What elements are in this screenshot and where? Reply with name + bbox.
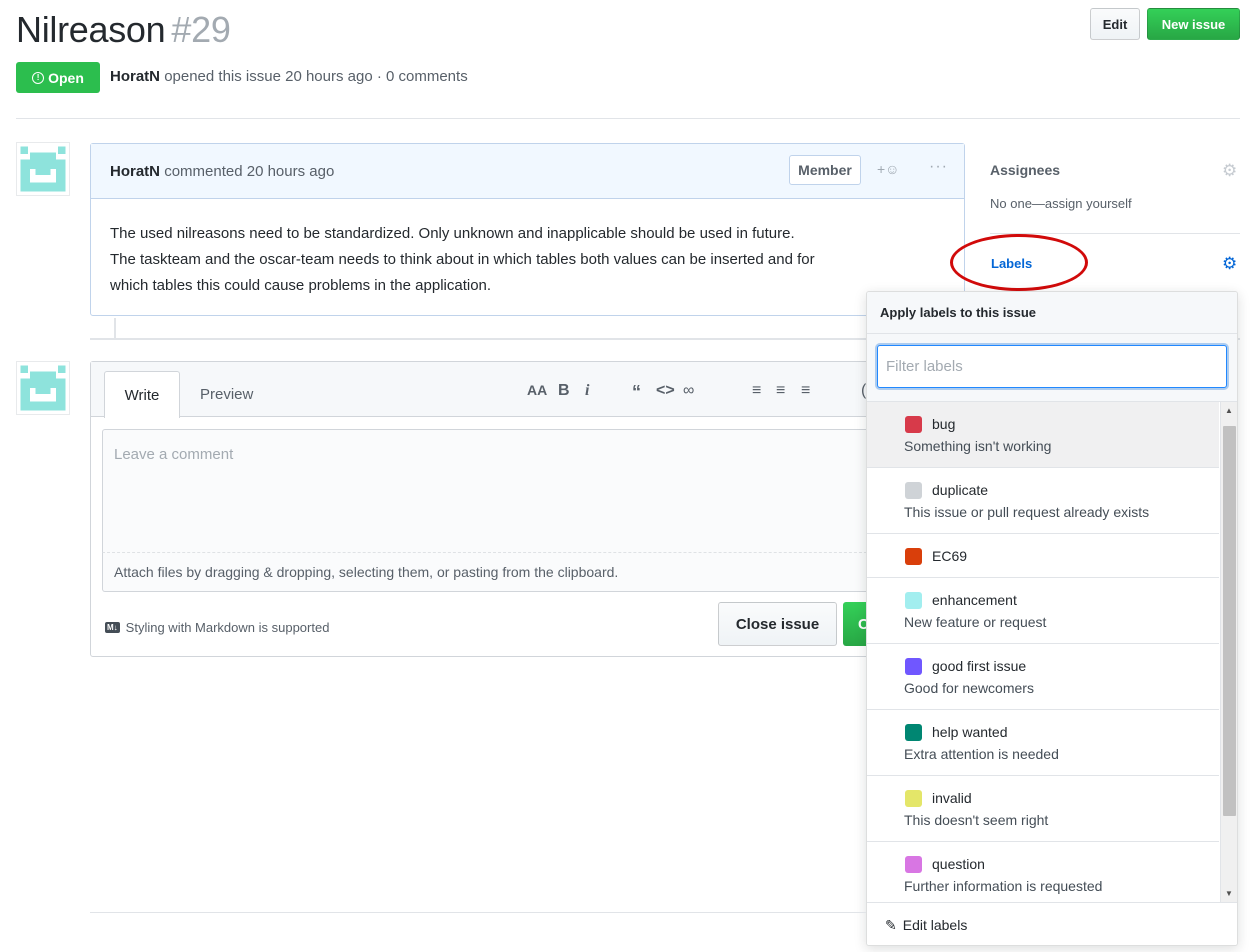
avatar[interactable] xyxy=(16,142,70,196)
comment-author-link[interactable]: HoratN xyxy=(110,163,160,180)
label-item[interactable]: good first issue Good for newcomers xyxy=(867,644,1219,710)
annotation-circle xyxy=(950,234,1088,291)
label-item[interactable]: duplicate This issue or pull request alr… xyxy=(867,468,1219,534)
more-options-icon[interactable]: ··· xyxy=(929,158,948,176)
comment-body: The used nilreasons need to be standardi… xyxy=(91,199,964,321)
label-description: Further information is requested xyxy=(904,878,1103,894)
scroll-down-icon[interactable]: ▼ xyxy=(1225,889,1233,898)
close-issue-button[interactable]: Close issue xyxy=(718,602,837,646)
issue-title-row: Nilreason #29 xyxy=(16,8,231,52)
comment-line: The taskteam and the oscar-team needs to… xyxy=(110,251,815,268)
scrollbar-thumb[interactable] xyxy=(1223,426,1236,816)
markdown-hint[interactable]: M↓ Styling with Markdown is supported xyxy=(105,620,329,635)
tab-write[interactable]: Write xyxy=(104,371,180,418)
tab-preview[interactable]: Preview xyxy=(200,386,253,403)
italic-icon[interactable]: i xyxy=(585,382,589,400)
label-description: This issue or pull request already exist… xyxy=(904,504,1150,520)
comment-author-line: HoratN commented 20 hours ago xyxy=(110,163,334,180)
labels-list: bug Something isn't working duplicate Th… xyxy=(867,402,1219,902)
status-label: Open xyxy=(48,69,84,86)
label-item[interactable]: EC69 xyxy=(867,534,1219,578)
status-badge: ! Open xyxy=(16,62,100,93)
markdown-hint-text[interactable]: Styling with Markdown is supported xyxy=(126,620,330,635)
comment-textarea[interactable]: Leave a comment xyxy=(102,429,882,553)
link-icon[interactable]: ∞ xyxy=(683,382,694,400)
label-name: question xyxy=(932,856,985,872)
edit-button[interactable]: Edit xyxy=(1090,8,1140,40)
issue-meta: HoratN opened this issue 20 hours ago · … xyxy=(110,68,468,85)
new-issue-button[interactable]: New issue xyxy=(1147,8,1240,40)
label-item[interactable]: enhancement New feature or request xyxy=(867,578,1219,644)
gear-icon[interactable]: ⚙ xyxy=(1222,161,1237,181)
gear-icon[interactable]: ⚙ xyxy=(1222,254,1237,274)
bottom-divider xyxy=(90,912,866,913)
labels-scrollbar[interactable]: ▲ ▼ xyxy=(1220,402,1237,902)
issue-comment: HoratN commented 20 hours ago Member +☺ … xyxy=(90,143,965,316)
label-name: invalid xyxy=(932,790,972,806)
bold-icon[interactable]: B xyxy=(558,382,570,400)
attach-files-area[interactable]: Attach files by dragging & dropping, sel… xyxy=(102,553,882,592)
issue-author-link[interactable]: HoratN xyxy=(110,68,160,85)
label-name: good first issue xyxy=(932,658,1027,674)
labels-dropdown: Apply labels to this issue bug Something… xyxy=(866,291,1238,946)
member-badge: Member xyxy=(789,155,861,185)
label-color-swatch xyxy=(905,592,922,609)
comment-line: which tables this could cause problems i… xyxy=(110,277,492,294)
label-item[interactable]: bug Something isn't working xyxy=(867,402,1219,468)
label-color-swatch xyxy=(905,790,922,807)
label-description: Extra attention is needed xyxy=(904,746,1059,762)
label-name: help wanted xyxy=(932,724,1008,740)
comment-line: The used nilreasons need to be standardi… xyxy=(110,225,795,242)
filter-labels-input[interactable] xyxy=(877,345,1227,388)
label-description: Something isn't working xyxy=(904,438,1052,454)
label-item[interactable]: invalid This doesn't seem right xyxy=(867,776,1219,842)
label-name: duplicate xyxy=(932,482,989,498)
issue-opened-icon: ! xyxy=(32,71,45,84)
text-size-icon[interactable]: AA xyxy=(527,382,547,398)
assignees-title: Assignees xyxy=(990,162,1061,178)
task-list-icon[interactable]: ≡ xyxy=(801,382,810,400)
label-description: New feature or request xyxy=(904,614,1047,630)
label-description: Good for newcomers xyxy=(904,680,1034,696)
issue-number: #29 xyxy=(171,9,231,50)
label-name: enhancement xyxy=(932,592,1017,608)
markdown-icon: M↓ xyxy=(105,622,120,633)
label-color-swatch xyxy=(905,856,922,873)
pencil-icon: ✎ xyxy=(885,916,897,933)
add-reaction-icon[interactable]: +☺ xyxy=(877,161,899,177)
scroll-up-icon[interactable]: ▲ xyxy=(1225,406,1233,415)
code-icon[interactable]: <> xyxy=(656,382,675,400)
avatar[interactable] xyxy=(16,361,70,415)
dropdown-header: Apply labels to this issue xyxy=(867,292,1237,334)
label-color-swatch xyxy=(905,482,922,499)
label-color-swatch xyxy=(905,658,922,675)
label-item[interactable]: help wanted Extra attention is needed xyxy=(867,710,1219,776)
label-color-swatch xyxy=(905,548,922,565)
label-name: EC69 xyxy=(932,548,968,564)
comment-tabnav: Write Preview AA B i “ <> ∞ ≡ ≡ ≡ ( xyxy=(91,362,964,418)
label-description: This doesn't seem right xyxy=(904,812,1049,828)
new-comment-form: Write Preview AA B i “ <> ∞ ≡ ≡ ≡ ( Leav… xyxy=(90,361,965,657)
comment-header: HoratN commented 20 hours ago Member +☺ … xyxy=(91,144,964,199)
issue-meta-text: opened this issue 20 hours ago · 0 comme… xyxy=(164,68,468,85)
edit-labels-label: Edit labels xyxy=(902,917,968,933)
label-name: bug xyxy=(932,416,956,432)
header-divider xyxy=(16,118,1240,119)
quote-icon[interactable]: “ xyxy=(632,382,641,403)
assignees-value[interactable]: No one—assign yourself xyxy=(990,196,1132,211)
issue-title: Nilreason xyxy=(16,9,166,50)
ordered-list-icon[interactable]: ≡ xyxy=(776,382,785,400)
label-color-swatch xyxy=(905,724,922,741)
filter-area xyxy=(867,334,1237,402)
label-item[interactable]: question Further information is requeste… xyxy=(867,842,1219,902)
comment-time[interactable]: commented 20 hours ago xyxy=(164,163,334,180)
timeline-connector xyxy=(114,318,116,338)
label-color-swatch xyxy=(905,416,922,433)
unordered-list-icon[interactable]: ≡ xyxy=(752,382,761,400)
edit-labels-link[interactable]: ✎ Edit labels xyxy=(867,902,1237,945)
